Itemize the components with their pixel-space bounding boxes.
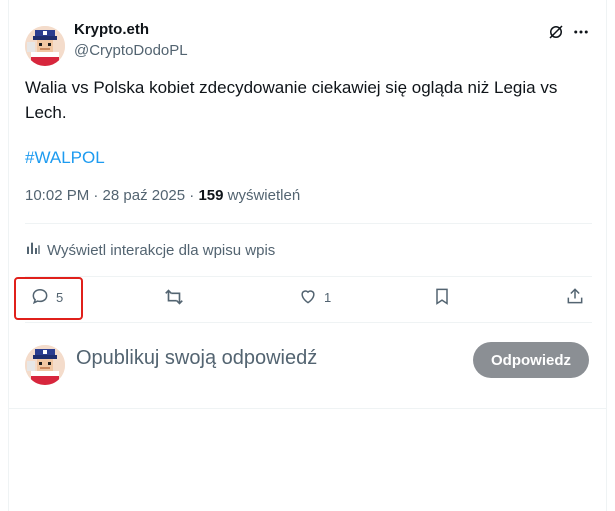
- hashtag-link[interactable]: #WALPOL: [25, 148, 105, 168]
- grok-icon[interactable]: [546, 22, 566, 42]
- share-icon: [565, 286, 585, 309]
- bookmark-button[interactable]: [432, 286, 452, 309]
- tweet-time[interactable]: 10:02 PM · 28 paź 2025 ·: [25, 187, 198, 204]
- views-count: 159: [198, 187, 224, 204]
- author-avatar[interactable]: [25, 26, 65, 66]
- like-count: 1: [324, 290, 332, 305]
- share-button[interactable]: [565, 286, 585, 309]
- analytics-icon: [25, 240, 41, 260]
- more-icon[interactable]: [571, 22, 591, 42]
- view-analytics-link[interactable]: Wyświetl interakcje dla wpisu wpis: [25, 240, 275, 260]
- divider: [25, 223, 592, 224]
- divider: [8, 408, 607, 409]
- user-avatar[interactable]: [25, 345, 65, 385]
- retweet-icon: [163, 286, 185, 311]
- like-icon: [298, 286, 318, 309]
- like-button[interactable]: 1: [298, 286, 331, 309]
- views-label: wyświetleń: [223, 187, 301, 204]
- reply-icon: [30, 286, 50, 309]
- author-name[interactable]: Krypto.eth: [74, 21, 149, 38]
- bookmark-icon: [432, 286, 452, 309]
- divider: [25, 276, 592, 277]
- reply-submit-button[interactable]: Odpowiedz: [473, 342, 589, 378]
- reply-button[interactable]: 5: [30, 286, 63, 309]
- divider: [25, 322, 592, 323]
- tweet-meta: 10:02 PM · 28 paź 2025 · 159 wyświetleń: [25, 187, 300, 204]
- reply-count: 5: [56, 290, 64, 305]
- retweet-button[interactable]: [163, 286, 185, 311]
- analytics-label: Wyświetl interakcje dla wpisu wpis: [47, 241, 276, 259]
- author-handle[interactable]: @CryptoDodoPL: [74, 42, 188, 59]
- tweet-text: Walia vs Polska kobiet zdecydowanie ciek…: [25, 78, 558, 122]
- reply-input[interactable]: Opublikuj swoją odpowiedź: [76, 347, 317, 370]
